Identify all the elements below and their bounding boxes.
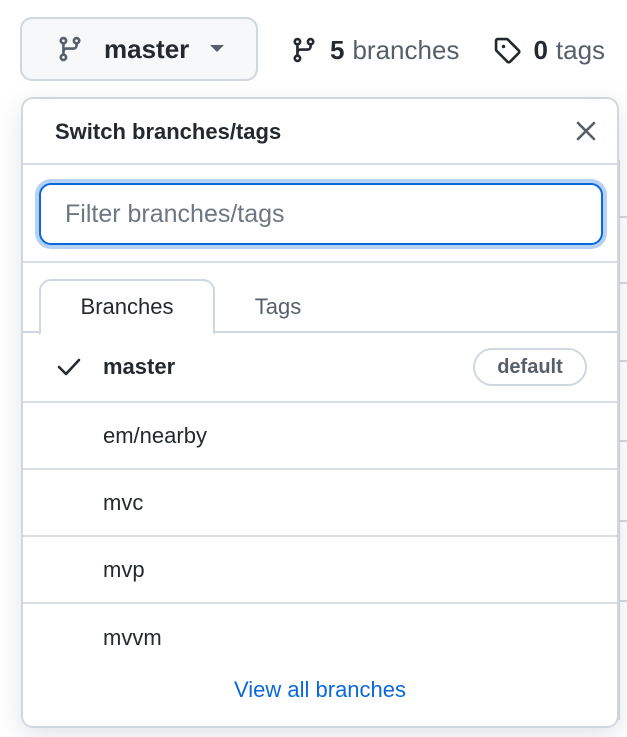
tags-word: tags [555, 34, 606, 65]
branch-item-master[interactable]: master default [23, 333, 617, 403]
branch-select-button[interactable]: master [20, 17, 258, 81]
branch-select-label: master [104, 33, 190, 64]
dropdown-header: Switch branches/tags [23, 99, 617, 165]
git-branch-icon [56, 35, 84, 63]
repo-counts: 5 branches 0 tags [290, 30, 605, 70]
tags-count-link[interactable]: 0 tags [493, 35, 605, 66]
branches-count: 5 [330, 34, 345, 65]
branch-item-mvvm[interactable]: mvvm [23, 604, 617, 671]
tags-count: 0 [533, 34, 548, 65]
close-icon[interactable] [574, 119, 598, 143]
branch-name: mvvm [103, 624, 162, 650]
branch-item-mvp[interactable]: mvp [23, 537, 617, 604]
branch-switcher-dropdown: Switch branches/tags Branches Tags maste… [21, 97, 619, 728]
filter-branches-input[interactable] [39, 183, 603, 245]
filter-section [23, 165, 617, 263]
branches-word: branches [352, 34, 460, 65]
branch-tag-tabs: Branches Tags [23, 263, 617, 335]
branch-name: master [103, 354, 176, 379]
check-icon [57, 357, 81, 377]
branch-name: em/nearby [103, 422, 207, 448]
branch-list: master default em/nearby mvc mvp mvvm [23, 333, 617, 671]
branch-item-mvc[interactable]: mvc [23, 470, 617, 537]
tab-branches[interactable]: Branches [39, 279, 215, 335]
branch-item-em-nearby[interactable]: em/nearby [23, 403, 617, 470]
git-branch-icon [290, 36, 318, 64]
branch-name: mvp [103, 556, 145, 582]
view-all-branches-link[interactable]: View all branches [23, 677, 617, 703]
caret-down-icon [209, 44, 225, 54]
default-badge: default [473, 348, 587, 386]
background-file-list-edge [618, 160, 627, 720]
tab-tags[interactable]: Tags [217, 279, 339, 335]
branches-count-link[interactable]: 5 branches [290, 35, 459, 66]
tag-icon [493, 36, 522, 64]
dropdown-title: Switch branches/tags [55, 119, 282, 144]
branch-name: mvc [103, 489, 144, 515]
